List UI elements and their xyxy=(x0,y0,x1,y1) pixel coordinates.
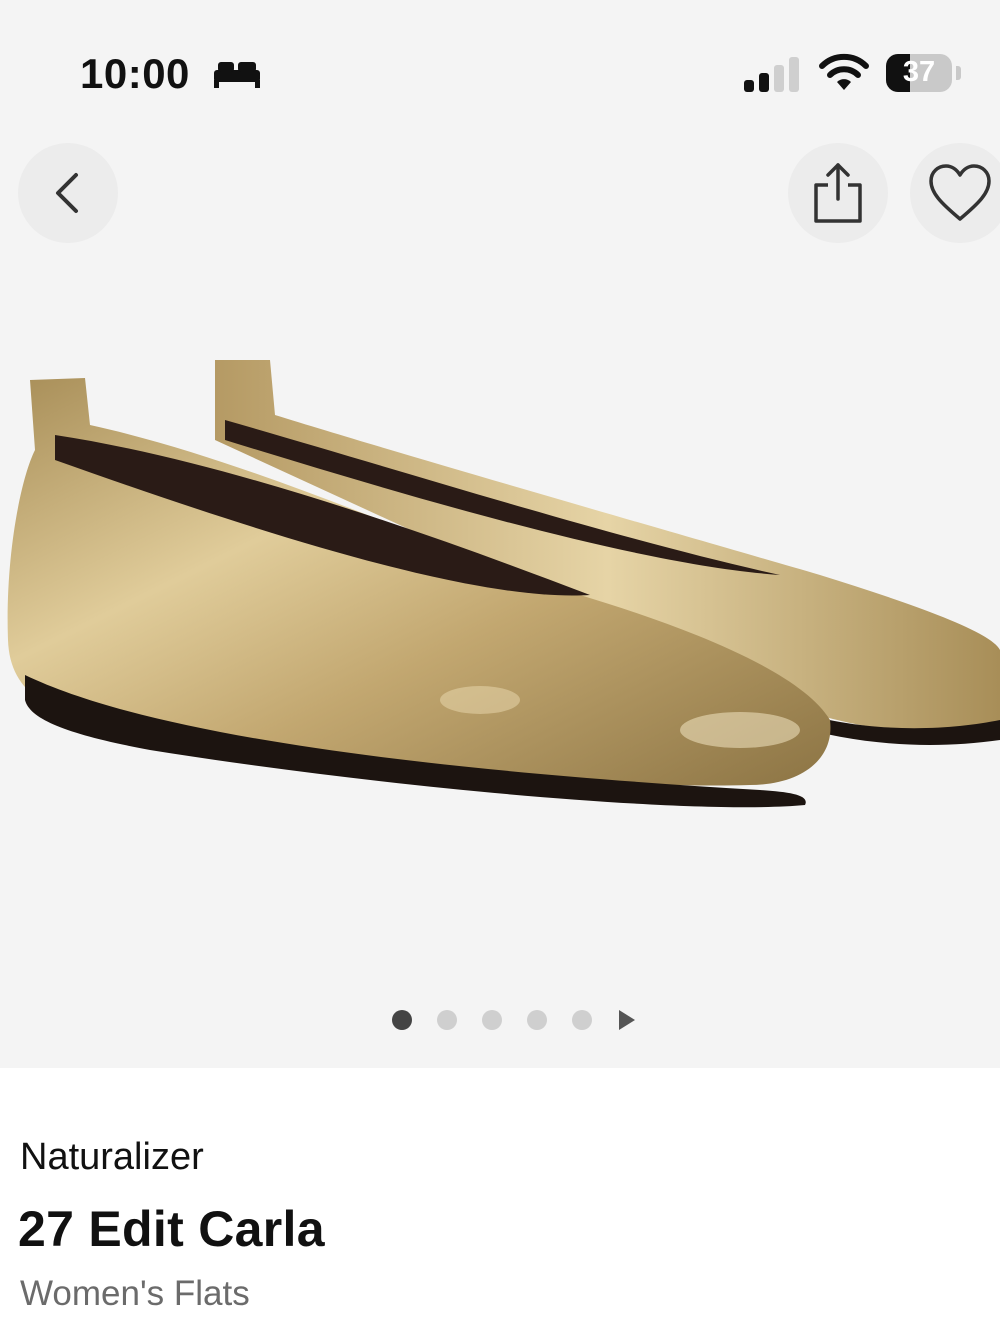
image-pager xyxy=(392,1008,637,1032)
share-button[interactable] xyxy=(788,143,888,243)
pager-dot[interactable] xyxy=(527,1010,547,1030)
status-time: 10:00 xyxy=(80,50,190,97)
pager-dot[interactable] xyxy=(572,1010,592,1030)
sleep-focus-icon xyxy=(214,62,260,88)
product-photo[interactable] xyxy=(0,340,1000,860)
heart-outline-icon xyxy=(929,164,991,221)
back-button[interactable] xyxy=(18,143,118,243)
chevron-left-icon xyxy=(56,173,78,213)
play-triangle-icon[interactable] xyxy=(617,1008,637,1032)
battery-icon: 37 xyxy=(886,54,952,92)
product-category: Women's Flats xyxy=(20,1274,250,1313)
battery-level: 37 xyxy=(902,56,936,88)
product-title: 27 Edit Carla xyxy=(18,1201,325,1257)
pager-dot[interactable] xyxy=(437,1010,457,1030)
wifi-icon xyxy=(819,53,869,90)
pager-dot[interactable] xyxy=(482,1010,502,1030)
brand-name: Naturalizer xyxy=(20,1136,204,1178)
favorite-button[interactable] xyxy=(910,143,1000,243)
share-icon xyxy=(814,163,862,223)
cellular-signal-icon xyxy=(744,57,799,92)
pager-dot[interactable] xyxy=(392,1010,412,1030)
battery-cap xyxy=(956,66,961,80)
